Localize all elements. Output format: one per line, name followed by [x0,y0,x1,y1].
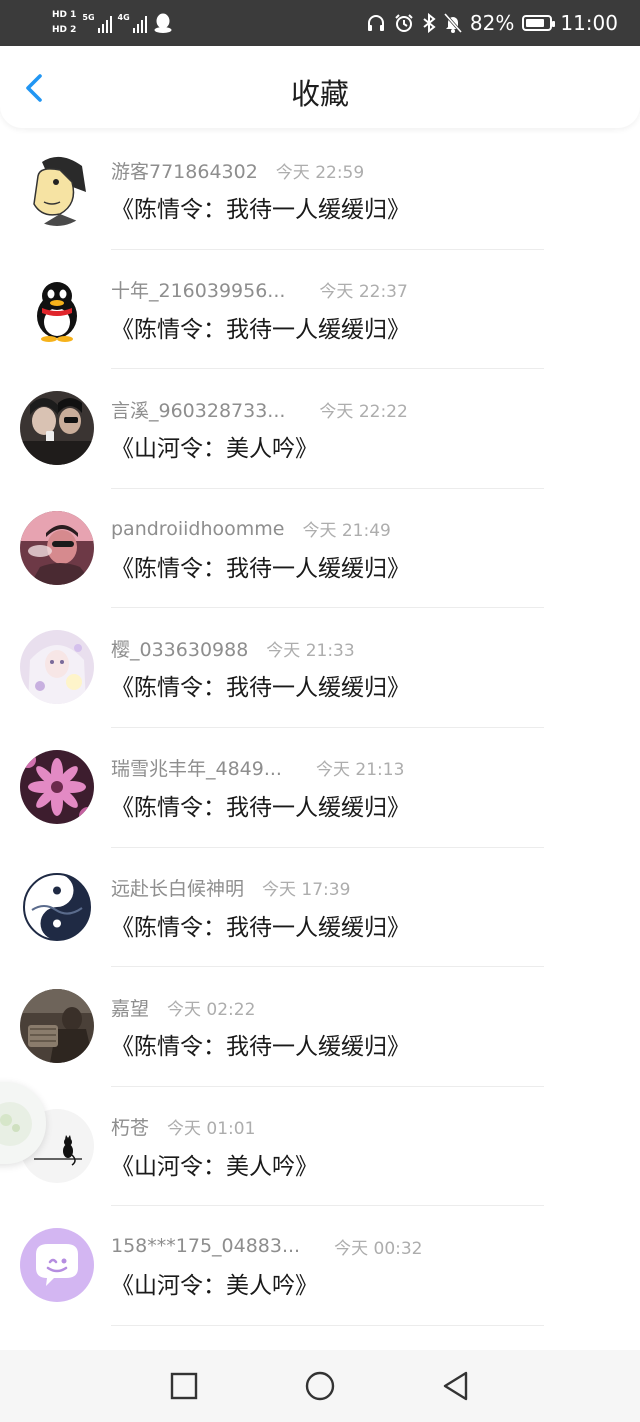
alarm-icon [395,14,413,32]
item-meta: pandroiidhoomme 今天 21:49 [111,517,391,542]
user-name[interactable]: 十年_216039956... [111,276,285,303]
floating-assistant-ball[interactable] [0,1082,46,1164]
yin-yang-avatar[interactable] [20,869,94,944]
chat-bubble-avatar[interactable] [20,1228,94,1303]
timestamp: 今天 02:22 [167,999,256,1020]
smoking-man-avatar[interactable] [20,510,94,585]
hd-indicators: HD 1 HD 2 [52,9,76,37]
timestamp: 今天 21:49 [302,521,391,542]
list-item[interactable]: 言溪_960328733... 今天 22:22 《山河令：美人吟》 [0,369,640,489]
user-name[interactable]: 158***175_04883... [111,1235,300,1257]
status-right: 82% 11:00 [366,0,618,46]
favorite-title[interactable]: 《山河令：美人吟》 [111,429,318,463]
network-type-2: 4G [117,13,130,22]
signal-5g-icon: 5G [82,13,112,33]
pink-flower-avatar[interactable] [20,749,94,824]
favorite-title[interactable]: 《陈情令：我待一人缓缓归》 [111,788,410,822]
timestamp: 今天 21:13 [315,760,405,781]
status-bar: HD 1 HD 2 5G 4G 82% 11:00 [0,0,640,46]
favorite-title[interactable]: 《陈情令：我待一人缓缓归》 [111,549,410,583]
favorite-title[interactable]: 《陈情令：我待一人缓缓归》 [111,668,410,702]
item-meta: 远赴长白候神明 今天 17:39 [111,876,350,900]
couple-selfie-avatar[interactable] [20,391,94,466]
item-meta: 游客771864302 今天 22:59 [111,157,365,184]
battery-percent: 82% [469,11,515,35]
list-item[interactable]: 游客771864302 今天 22:59 《陈情令：我待一人缓缓归》 [0,130,640,250]
user-name[interactable]: 朽苍 [111,1113,149,1140]
timestamp: 今天 01:01 [167,1119,256,1140]
favorite-title[interactable]: 《陈情令：我待一人缓缓归》 [111,190,410,224]
favorite-title[interactable]: 《陈情令：我待一人缓缓归》 [111,1027,410,1061]
user-name[interactable]: 远赴长白候神明 [111,874,244,901]
clock: 11:00 [560,11,618,35]
divider [111,1324,544,1326]
headphones-icon [367,15,384,31]
item-meta: 樱_033630988 今天 21:33 [111,635,355,662]
recent-apps-square-icon[interactable] [168,1370,200,1402]
favorite-title[interactable]: 《山河令：美人吟》 [111,1147,318,1181]
user-name[interactable]: 言溪_960328733... [111,396,285,423]
favorite-title[interactable]: 《山河令：美人吟》 [111,1266,318,1300]
system-nav-bar [0,1350,640,1422]
floating-ball-icon [0,1102,32,1146]
user-name[interactable]: 瑞雪兆丰年_4849... [111,754,282,781]
hd1-indicator: HD 1 [52,10,77,20]
timestamp: 今天 17:39 [262,880,351,901]
page-title: 收藏 [290,77,349,111]
home-circle-icon[interactable] [304,1370,336,1402]
timestamp: 今天 22:37 [319,282,408,303]
hd2-indicator: HD 2 [52,25,77,35]
timestamp: 今天 22:22 [319,401,408,422]
list-item[interactable]: 瑞雪兆丰年_4849... 今天 21:13 《陈情令：我待一人缓缓归》 [0,728,640,848]
list-item[interactable]: 十年_216039956... 今天 22:37 《陈情令：我待一人缓缓归》 [0,250,640,370]
cartoon-man-avatar[interactable] [20,152,94,226]
list-item[interactable]: 樱_033630988 今天 21:33 《陈情令：我待一人缓缓归》 [0,608,640,728]
favorite-title[interactable]: 《陈情令：我待一人缓缓归》 [111,310,410,344]
user-name[interactable]: pandroiidhoomme [111,518,284,540]
penguin-avatar[interactable] [20,271,94,346]
timestamp: 今天 00:32 [334,1238,423,1259]
list-item[interactable]: pandroiidhoomme 今天 21:49 《陈情令：我待一人缓缓归》 [0,489,640,609]
list-item[interactable]: 远赴长白候神明 今天 17:39 《陈情令：我待一人缓缓归》 [0,848,640,968]
item-meta: 瑞雪兆丰年_4849... 今天 21:13 [111,756,404,780]
user-name[interactable]: 游客771864302 [111,157,258,184]
header: 收藏 [0,46,640,128]
signal-4g-icon: 4G [118,13,147,33]
favorites-list: 游客771864302 今天 22:59 《陈情令：我待一人缓缓归》 十年_21… [0,130,640,1326]
back-triangle-icon[interactable] [440,1370,472,1402]
network-type-1: 5G [82,13,95,22]
item-meta: 朽苍 今天 01:01 [111,1115,255,1139]
bluetooth-icon [423,13,436,33]
timestamp: 今天 22:59 [275,162,365,183]
list-item[interactable]: 158***175_04883... 今天 00:32 《山河令：美人吟》 [0,1206,640,1326]
qq-notification-icon [154,13,172,33]
status-left: HD 1 HD 2 5G 4G [52,6,173,40]
item-meta: 158***175_04883... 今天 00:32 [111,1234,423,1259]
battery-fill [526,19,545,27]
mute-bell-icon [443,13,462,33]
battery-icon [522,15,556,31]
user-name[interactable]: 樱_033630988 [111,635,248,662]
list-item[interactable]: 嘉望 今天 02:22 《陈情令：我待一人缓缓归》 [0,967,640,1087]
list-item[interactable]: 朽苍 今天 01:01 《山河令：美人吟》 [0,1087,640,1207]
timestamp: 今天 21:33 [266,640,355,661]
anime-girl-avatar[interactable] [20,630,94,705]
item-meta: 嘉望 今天 02:22 [111,994,256,1021]
item-meta: 言溪_960328733... 今天 22:22 [111,396,408,423]
dark-photo-avatar[interactable] [20,989,94,1064]
favorite-title[interactable]: 《陈情令：我待一人缓缓归》 [111,908,410,942]
item-meta: 十年_216039956... 今天 22:37 [111,278,408,302]
user-name[interactable]: 嘉望 [111,994,149,1021]
